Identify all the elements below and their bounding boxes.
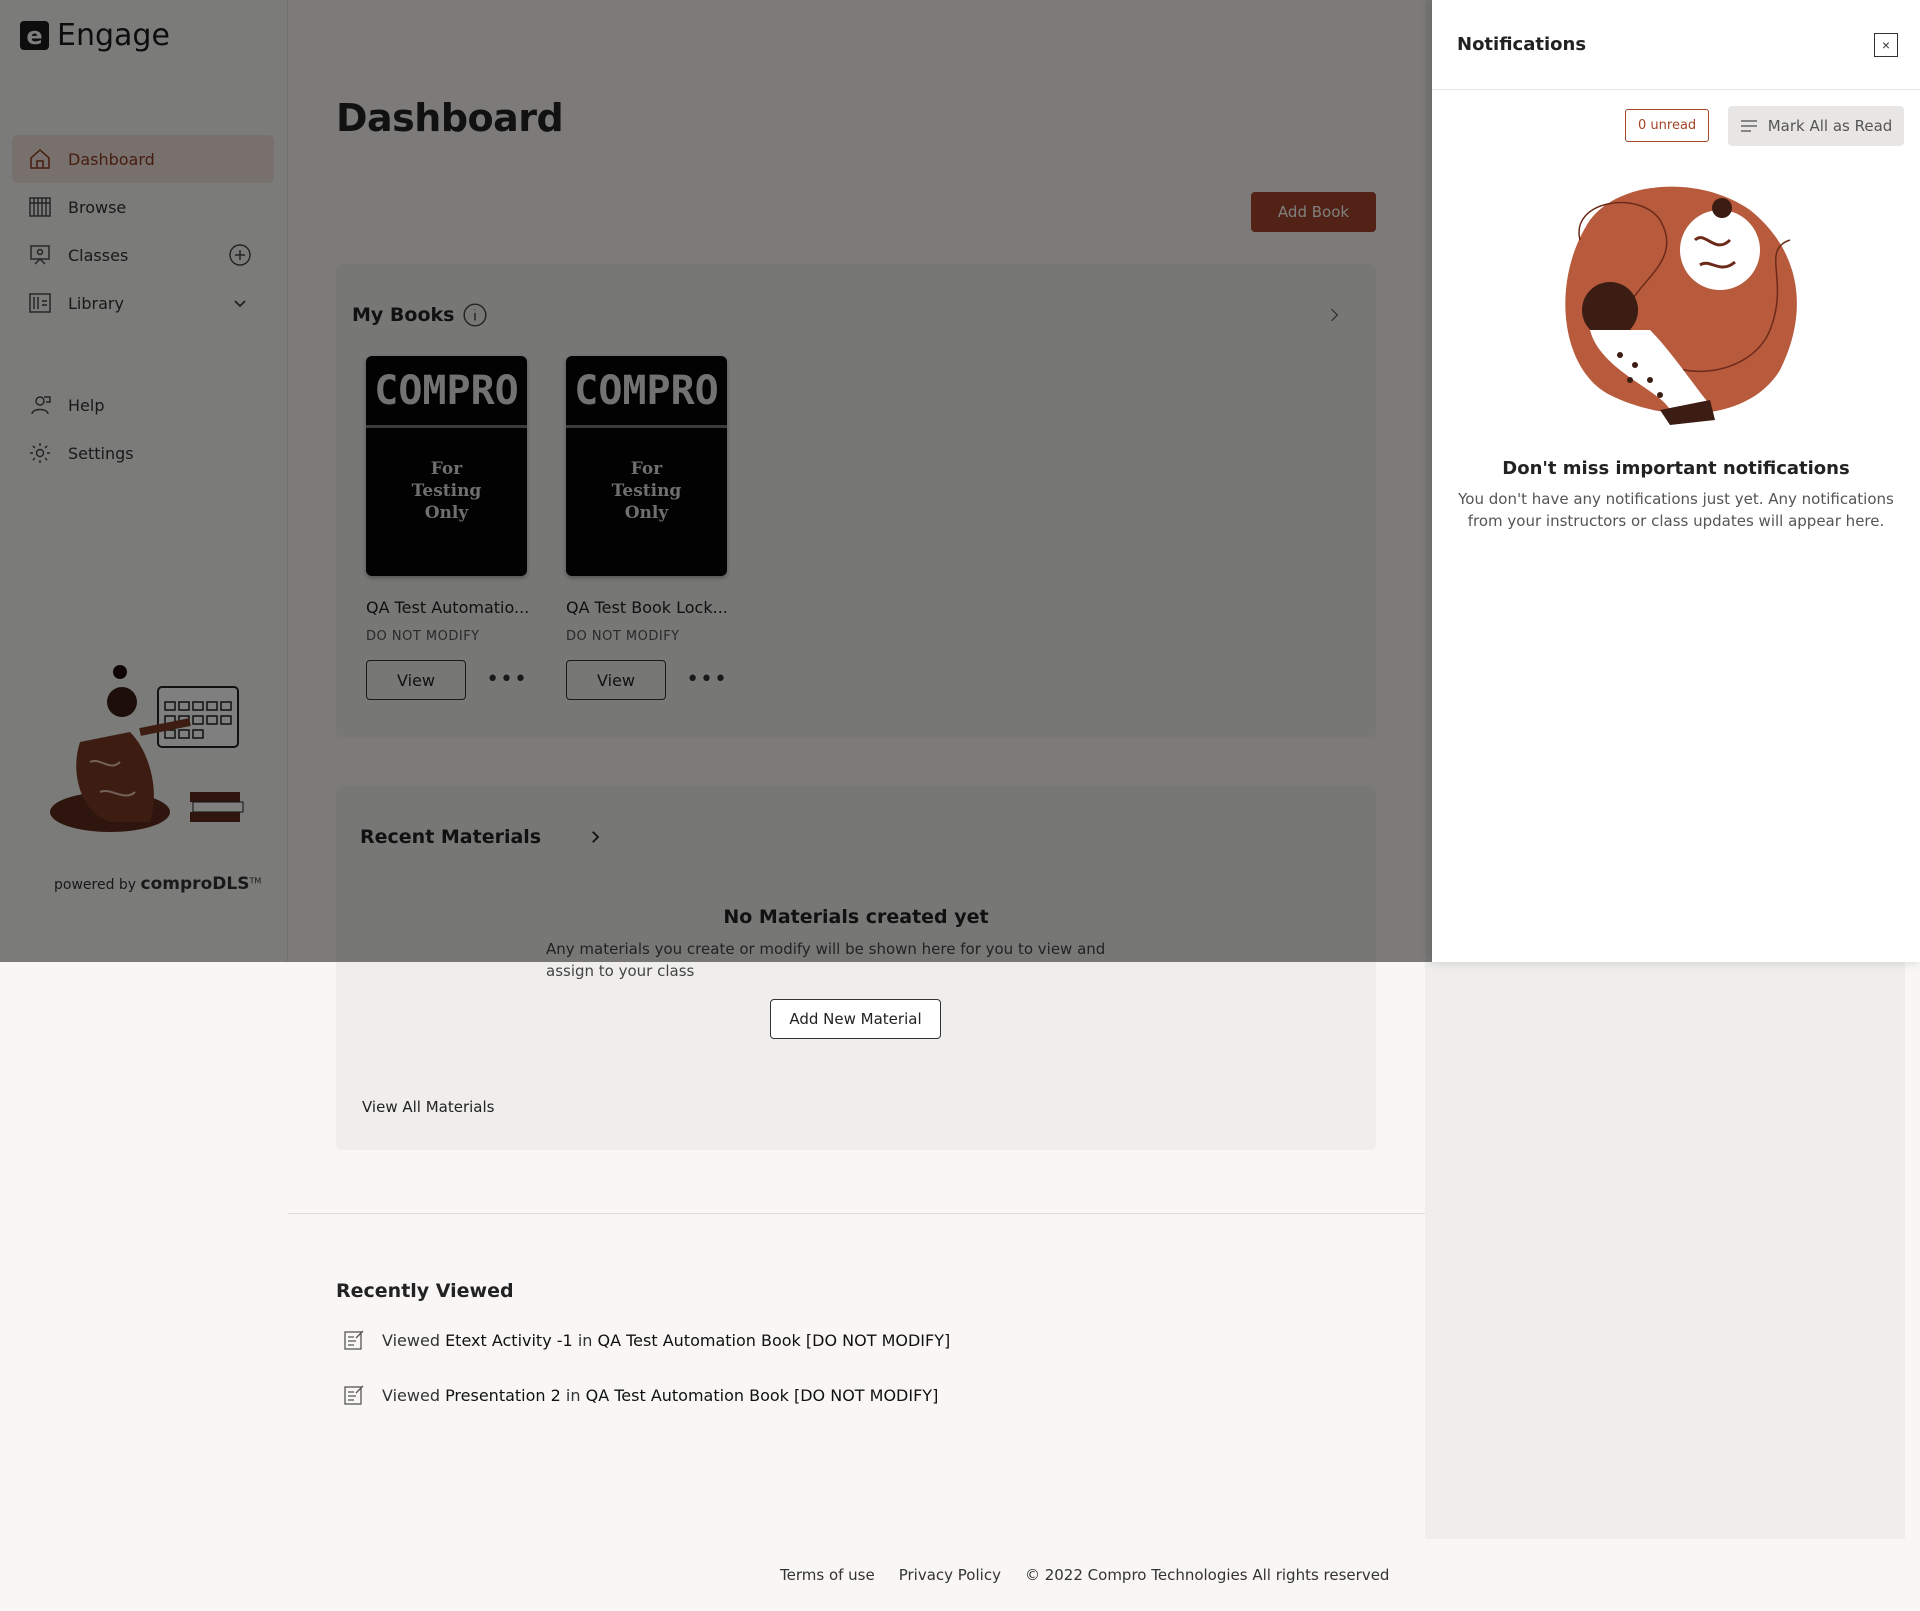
notifications-empty-title: Don't miss important notifications — [1502, 458, 1850, 479]
close-icon[interactable]: × — [1874, 33, 1898, 57]
terms-link[interactable]: Terms of use — [780, 1566, 875, 1584]
notifications-header: Notifications × — [1432, 0, 1920, 90]
viewed-book-name[interactable]: QA Test Automation Book [DO NOT MODIFY] — [598, 1331, 951, 1350]
viewed-book-name[interactable]: QA Test Automation Book [DO NOT MODIFY] — [586, 1386, 939, 1405]
viewed-item-name[interactable]: Etext Activity -1 — [445, 1331, 573, 1350]
notifications-panel: Notifications × 0 unread Mark All as Rea… — [1432, 0, 1920, 962]
recently-viewed-text: Viewed Etext Activity -1 in QA Test Auto… — [382, 1331, 950, 1350]
notifications-title: Notifications — [1457, 34, 1587, 55]
add-new-material-button[interactable]: Add New Material — [770, 999, 941, 1039]
recently-viewed-item[interactable]: Viewed Presentation 2 in QA Test Automat… — [342, 1383, 938, 1407]
recently-viewed-text: Viewed Presentation 2 in QA Test Automat… — [382, 1386, 938, 1405]
viewed-prefix: Viewed — [382, 1385, 440, 1405]
viewed-item-name[interactable]: Presentation 2 — [445, 1386, 561, 1405]
notifications-empty-description: You don't have any notifications just ye… — [1458, 490, 1894, 530]
view-all-materials-link[interactable]: View All Materials — [362, 1098, 494, 1116]
section-divider — [288, 1213, 1425, 1214]
notifications-empty-illustration — [1565, 186, 1797, 425]
recently-viewed-item[interactable]: Viewed Etext Activity -1 in QA Test Auto… — [342, 1328, 950, 1352]
mark-all-read-button[interactable]: Mark All as Read — [1728, 106, 1904, 146]
edit-document-icon — [344, 1330, 364, 1350]
list-lines-icon — [1740, 120, 1757, 132]
viewed-prefix: Viewed — [382, 1330, 440, 1350]
footer: Terms of use Privacy Policy © 2022 Compr… — [780, 1566, 1389, 1584]
mark-all-read-label: Mark All as Read — [1767, 117, 1893, 135]
privacy-link[interactable]: Privacy Policy — [899, 1566, 1001, 1584]
edit-document-icon — [344, 1385, 364, 1405]
recently-viewed-title: Recently Viewed — [336, 1280, 514, 1302]
viewed-joiner: in — [565, 1385, 581, 1405]
copyright-text: © 2022 Compro Technologies All rights re… — [1024, 1566, 1390, 1584]
unread-count-badge: 0 unread — [1625, 109, 1710, 142]
viewed-joiner: in — [577, 1330, 593, 1350]
